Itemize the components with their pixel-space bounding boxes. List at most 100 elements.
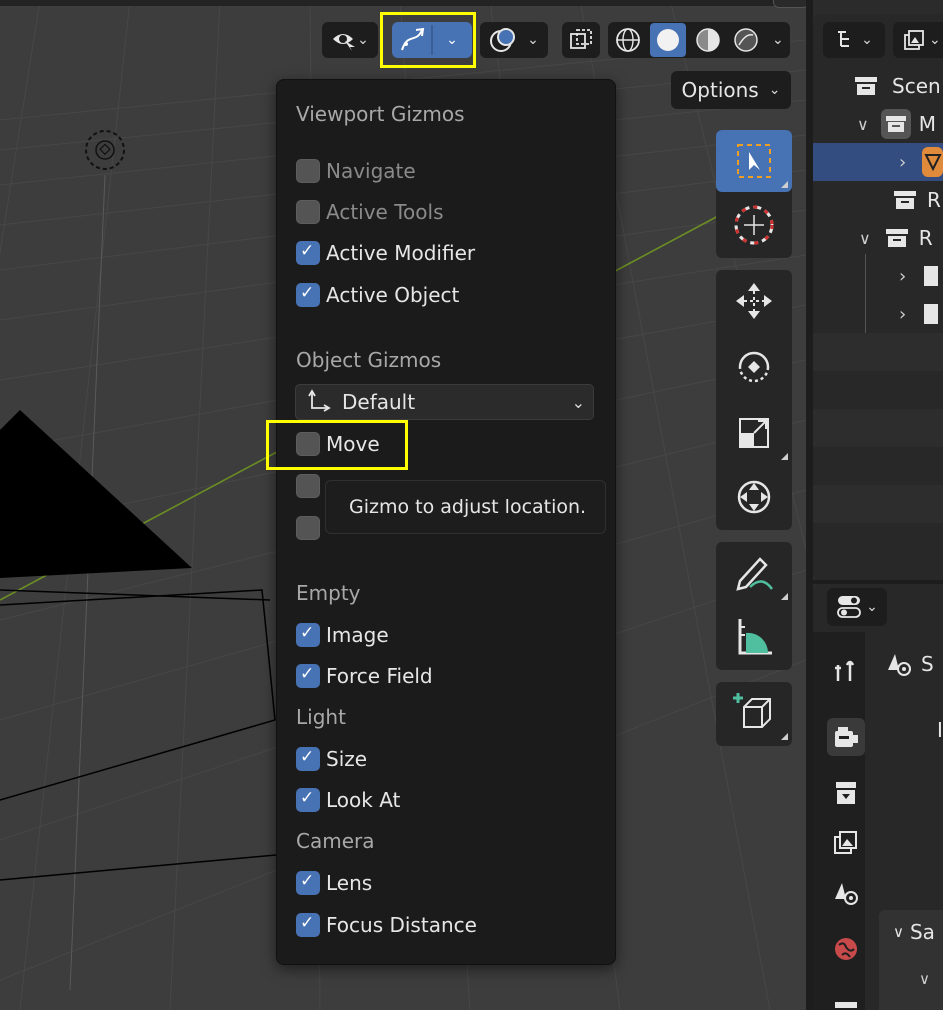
focus-distance-checkbox[interactable] xyxy=(296,913,320,937)
outliner-display-mode-button[interactable]: ⌄ xyxy=(823,22,885,58)
image-checkbox-row[interactable]: Image xyxy=(296,621,389,649)
active-modifier-label: Active Modifier xyxy=(326,241,476,265)
size-checkbox[interactable] xyxy=(296,747,320,771)
outliner-row-label: Scen xyxy=(892,74,941,98)
tool-settings-tab[interactable] xyxy=(827,652,865,690)
collection-box-icon xyxy=(880,109,911,139)
outliner-row-r2[interactable]: ∨ R xyxy=(813,219,943,257)
outliner-row-child-2[interactable]: › xyxy=(813,295,943,333)
add-cube-tool[interactable] xyxy=(716,682,792,744)
annotate-tool[interactable] xyxy=(716,542,792,604)
force-field-checkbox[interactable] xyxy=(296,664,320,688)
chevron-right-icon[interactable]: › xyxy=(899,152,906,173)
look-at-checkbox-row[interactable]: Look At xyxy=(296,786,400,814)
navigate-checkbox[interactable] xyxy=(296,159,320,183)
world-tab[interactable] xyxy=(827,930,865,968)
rotate-tool[interactable] xyxy=(716,336,792,398)
area-divider[interactable] xyxy=(806,0,813,1010)
properties-subpanel: ∨ Sa ∨ xyxy=(879,910,943,1010)
view-layer-tab[interactable] xyxy=(827,824,865,862)
outliner-row-scene[interactable]: Scen xyxy=(813,67,943,105)
ruler-icon xyxy=(738,619,772,655)
options-button[interactable]: Options ⌄ xyxy=(671,71,791,109)
render-tab[interactable] xyxy=(827,718,865,756)
active-modifier-checkbox[interactable] xyxy=(296,241,320,265)
size-label: Size xyxy=(326,747,368,771)
rendered-shading-button[interactable] xyxy=(730,24,762,56)
rotate-checkbox-row[interactable] xyxy=(296,472,320,500)
move-row-highlight xyxy=(266,420,408,470)
image-checkbox[interactable] xyxy=(296,623,320,647)
rotate-checkbox[interactable] xyxy=(296,474,320,498)
cursor-icon xyxy=(734,205,774,245)
navigate-checkbox-row[interactable]: Navigate xyxy=(296,157,416,185)
material-sphere-icon xyxy=(696,28,720,52)
outliner-row-collection[interactable]: ∨ M xyxy=(813,105,943,143)
properties-editor-type-button[interactable]: ⌄ xyxy=(827,588,887,626)
material-shading-button[interactable] xyxy=(692,24,724,56)
active-tools-checkbox-row[interactable]: Active Tools xyxy=(296,198,444,226)
collection-tab[interactable] xyxy=(827,988,865,1010)
focus-distance-checkbox-row[interactable]: Focus Distance xyxy=(296,911,477,939)
outliner-row-selected[interactable]: › xyxy=(813,143,943,181)
transform-orientation-dropdown[interactable]: Default ⌄ xyxy=(295,384,594,420)
solid-shading-button[interactable] xyxy=(650,23,686,57)
move-tool[interactable] xyxy=(716,270,792,332)
cursor-tool[interactable] xyxy=(716,194,792,256)
scale-checkbox[interactable] xyxy=(296,516,320,540)
look-at-checkbox[interactable] xyxy=(296,788,320,812)
active-tools-label: Active Tools xyxy=(326,200,444,224)
transform-tool[interactable] xyxy=(716,466,792,528)
properties-title: S xyxy=(921,652,934,676)
outliner-empty-row xyxy=(813,409,943,447)
subpanel-header[interactable]: ∨ Sa xyxy=(893,920,935,944)
options-label: Options xyxy=(681,78,759,102)
visibility-selectability-button[interactable]: ⌄ xyxy=(322,22,378,58)
chevron-down-icon[interactable]: ∨ xyxy=(919,970,930,988)
orientation-axes-icon xyxy=(308,389,331,412)
rendered-sphere-icon xyxy=(734,28,758,52)
chevron-down-icon[interactable]: ∨ xyxy=(857,115,869,134)
camera-heading: Camera xyxy=(296,829,375,853)
active-object-checkbox-row[interactable]: Active Object xyxy=(296,281,459,309)
shading-mode-group[interactable]: ⌄ xyxy=(608,22,790,58)
outliner-filter-button[interactable]: ⌄ xyxy=(893,22,943,58)
chevron-down-icon[interactable]: ⌄ xyxy=(772,32,784,48)
eye-pointer-icon xyxy=(333,34,356,51)
wireframe-shading-button[interactable] xyxy=(612,24,644,56)
force-field-checkbox-row[interactable]: Force Field xyxy=(296,662,433,690)
chevron-down-icon: ⌄ xyxy=(571,392,585,412)
mesh-object-icon xyxy=(922,147,943,177)
select-box-icon xyxy=(737,144,771,178)
outliner-row-r1[interactable]: R xyxy=(813,181,943,219)
annotate-tool-group xyxy=(716,542,792,670)
chevron-down-icon[interactable]: ∨ xyxy=(859,229,871,248)
measure-tool[interactable] xyxy=(716,606,792,668)
scene-shapes-icon xyxy=(835,883,858,905)
rotate-icon xyxy=(738,351,770,383)
lens-checkbox[interactable] xyxy=(296,871,320,895)
chevron-right-icon[interactable]: › xyxy=(899,266,906,287)
tool-wrench-icon xyxy=(835,660,855,681)
select-box-tool[interactable] xyxy=(716,130,792,192)
world-globe-icon xyxy=(835,938,857,960)
scale-checkbox-row[interactable] xyxy=(296,514,320,542)
overlays-toggle-button[interactable]: ⌄ xyxy=(480,22,548,58)
collection-box-icon xyxy=(924,304,939,324)
active-tools-checkbox[interactable] xyxy=(296,200,320,224)
pencil-icon xyxy=(736,557,774,591)
active-modifier-checkbox-row[interactable]: Active Modifier xyxy=(296,239,475,267)
header-widget-partial[interactable] xyxy=(773,0,806,8)
tree-line xyxy=(865,254,866,334)
scale-tool[interactable] xyxy=(716,402,792,464)
select-tool-group xyxy=(716,130,792,258)
collection-box-icon xyxy=(835,1002,857,1008)
lens-checkbox-row[interactable]: Lens xyxy=(296,869,372,897)
xray-toggle-button[interactable] xyxy=(562,22,600,58)
chevron-right-icon[interactable]: › xyxy=(899,304,906,325)
scene-tab[interactable] xyxy=(827,874,865,912)
size-checkbox-row[interactable]: Size xyxy=(296,745,367,773)
active-object-checkbox[interactable] xyxy=(296,283,320,307)
output-tab[interactable] xyxy=(827,774,865,812)
outliner-row-child-1[interactable]: › xyxy=(813,257,943,295)
